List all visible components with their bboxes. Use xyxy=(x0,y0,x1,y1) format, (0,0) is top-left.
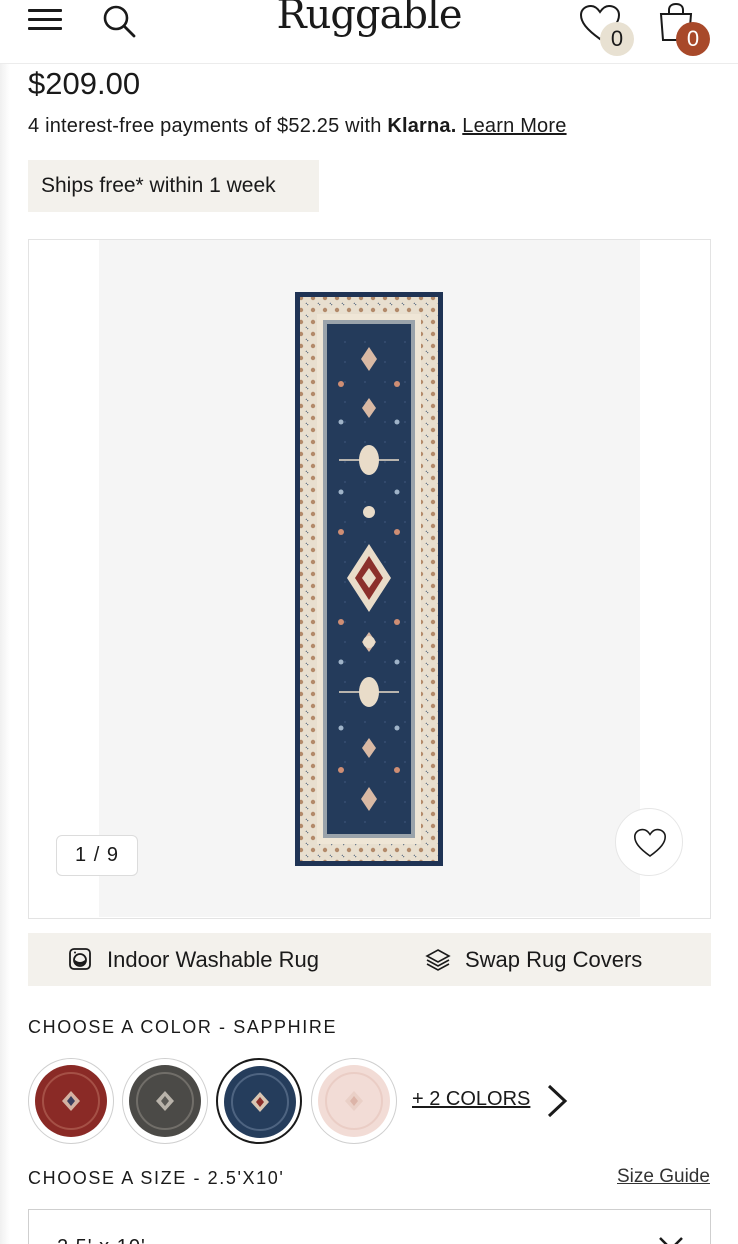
image-counter: 1 / 9 xyxy=(56,835,138,876)
color-swatch-charcoal[interactable] xyxy=(122,1058,208,1144)
cart-count-badge: 0 xyxy=(676,22,710,56)
feature-washable-label: Indoor Washable Rug xyxy=(107,947,319,972)
color-swatch-blush[interactable] xyxy=(311,1058,397,1144)
color-swatch-crimson[interactable] xyxy=(28,1058,114,1144)
size-section-label: CHOOSE A SIZE - 2.5'X10' xyxy=(28,1168,285,1188)
color-swatch-sapphire[interactable] xyxy=(216,1058,302,1144)
swatch-rug-thumbnail xyxy=(129,1065,201,1137)
chevron-down-icon xyxy=(659,1237,683,1244)
add-to-favorites-button[interactable] xyxy=(615,808,683,876)
washing-machine-icon xyxy=(69,948,91,970)
chevron-right-icon[interactable] xyxy=(543,1082,573,1120)
heart-outline-icon xyxy=(633,828,667,857)
swatch-rug-thumbnail xyxy=(318,1065,390,1137)
page-edge-shadow xyxy=(0,64,10,1244)
wishlist-count-badge: 0 xyxy=(600,22,634,56)
swatch-rug-thumbnail xyxy=(35,1065,107,1137)
size-select[interactable]: 2.5' x 10' xyxy=(28,1209,711,1244)
wishlist-button[interactable]: 0 xyxy=(576,2,636,58)
product-price: $209.00 xyxy=(28,66,141,101)
more-colors-link[interactable]: + 2 COLORS xyxy=(412,1088,530,1111)
learn-more-link[interactable]: Learn More xyxy=(462,115,566,137)
feature-swap-covers-label: Swap Rug Covers xyxy=(465,947,643,972)
klarna-text: 4 interest-free payments of $52.25 with xyxy=(28,115,388,137)
cart-button[interactable]: 0 xyxy=(654,0,714,60)
feature-bar: Indoor Washable Rug Swap Rug Covers xyxy=(28,933,711,986)
klarna-installments: 4 interest-free payments of $52.25 with … xyxy=(28,115,567,138)
color-section-label: CHOOSE A COLOR - SAPPHIRE xyxy=(28,1017,338,1037)
size-guide-link[interactable]: Size Guide xyxy=(617,1166,710,1188)
product-image-rug[interactable] xyxy=(295,292,443,866)
swatch-rug-thumbnail xyxy=(223,1065,296,1138)
site-header: Ruggable 0 0 xyxy=(0,0,738,64)
klarna-brand: Klarna. xyxy=(387,115,457,137)
layers-icon xyxy=(425,949,451,971)
shipping-badge: Ships free* within 1 week xyxy=(28,160,319,212)
product-image-gallery[interactable]: 1 / 9 xyxy=(28,239,711,919)
size-select-value: 2.5' x 10' xyxy=(57,1236,146,1244)
